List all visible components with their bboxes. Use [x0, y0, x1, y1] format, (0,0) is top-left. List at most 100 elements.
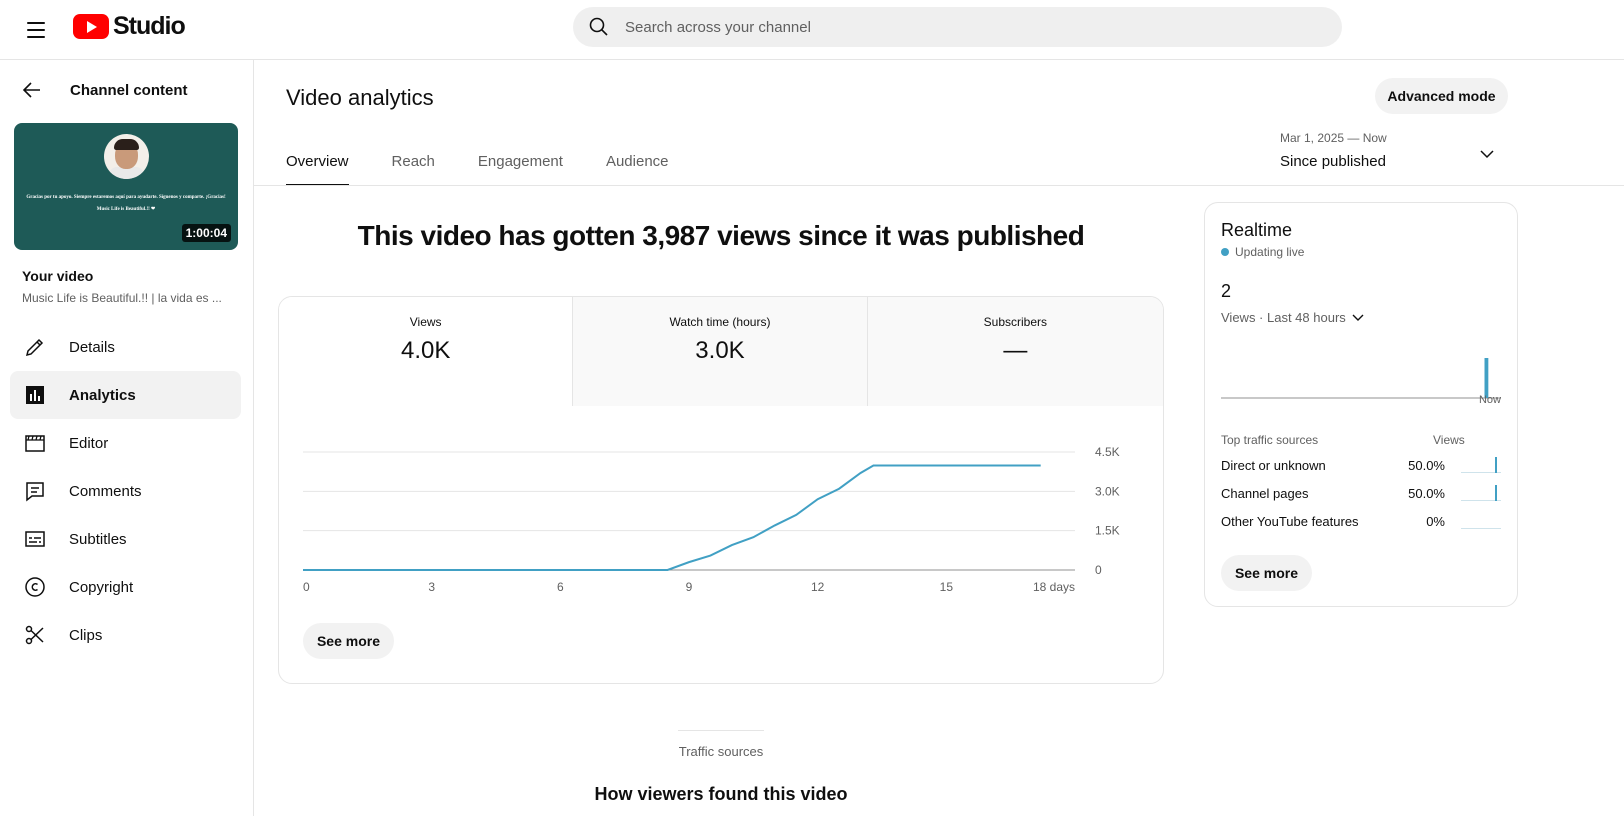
realtime-see-more-button[interactable]: See more [1221, 555, 1312, 591]
sidebar-item-label: Editor [69, 434, 109, 452]
chevron-down-icon [1352, 314, 1364, 321]
chevron-down-icon [1480, 150, 1494, 159]
y-tick-label: 1.5K [1095, 524, 1120, 538]
views-chart: 0 1.5K 3.0K 4.5K 0 3 6 9 12 15 18 days [279, 406, 1163, 606]
realtime-count: 2 [1221, 281, 1232, 301]
metric-label: Views [409, 315, 442, 329]
realtime-period-selector[interactable]: Views · Last 48 hours [1221, 309, 1366, 325]
date-range-selector[interactable]: Mar 1, 2025 — Now Since published [1280, 131, 1506, 170]
header-views: Views [1433, 433, 1465, 447]
metric-value: 4.0K [400, 337, 451, 364]
realtime-status: Updating live [1221, 245, 1304, 259]
tabs-divider [254, 185, 1624, 186]
table-row: Channel pages 50.0% [1221, 479, 1501, 507]
thumbnail-caption: Gracias por tu apoyo. Siempre estaremos … [26, 195, 226, 212]
search-icon [589, 17, 608, 36]
sidebar-item-clips[interactable]: Clips [10, 611, 241, 659]
advanced-mode-button[interactable]: Advanced mode [1375, 78, 1508, 114]
metric-label: Subscribers [983, 315, 1047, 329]
realtime-bar [1484, 358, 1489, 398]
source-pct: 50.0% [1408, 485, 1445, 501]
source-pct: 50.0% [1408, 457, 1445, 473]
overview-card: Views 4.0K Watch time (hours) 3.0K Subsc… [278, 296, 1164, 684]
realtime-period-label: Views · Last 48 hours [1221, 309, 1346, 325]
sidebar-item-label: Analytics [69, 386, 136, 404]
traffic-sources-heading: How viewers found this video [594, 784, 848, 804]
metric-subscribers[interactable]: Subscribers — [867, 297, 1163, 406]
source-name: Channel pages [1221, 485, 1309, 501]
sidebar-item-analytics[interactable]: Analytics [10, 371, 241, 419]
realtime-bar-chart [1221, 358, 1501, 399]
realtime-now-label: Now [1478, 394, 1501, 406]
tab-engagement[interactable]: Engagement [478, 140, 563, 186]
traffic-sources-table: Top traffic sources Views Direct or unkn… [1221, 433, 1501, 535]
back-arrow-icon [22, 82, 40, 98]
sidebar-item-editor[interactable]: Editor [10, 419, 241, 467]
sidebar-item-subtitles[interactable]: Subtitles [10, 515, 241, 563]
realtime-card: Realtime Updating live 2 Views · Last 48… [1204, 202, 1518, 607]
x-tick-label: 9 [686, 580, 693, 594]
thumbnail-avatar [104, 134, 149, 179]
table-row: Direct or unknown 50.0% [1221, 451, 1501, 479]
analytics-icon [26, 386, 44, 404]
x-tick-label: 6 [557, 580, 564, 594]
see-more-button[interactable]: See more [303, 623, 394, 659]
views-line-chart: 0 1.5K 3.0K 4.5K 0 3 6 9 12 15 18 days [303, 445, 1120, 594]
tab-reach[interactable]: Reach [392, 140, 435, 186]
video-title: Music Life is Beautiful.!! | la vida es … [22, 291, 222, 305]
traffic-sources-label: Traffic sources [678, 744, 764, 759]
metric-watch-time[interactable]: Watch time (hours) 3.0K [573, 297, 868, 406]
back-label: Channel content [70, 81, 188, 99]
search-bar[interactable] [573, 7, 1342, 47]
source-sparkline [1461, 511, 1501, 531]
top-bar: Studio [0, 0, 1624, 60]
x-tick-label: 15 [940, 580, 954, 594]
section-divider [678, 730, 764, 731]
video-thumbnail[interactable]: Gracias por tu apoyo. Siempre estaremos … [14, 123, 238, 250]
live-dot-icon [1221, 248, 1229, 256]
studio-logo[interactable]: Studio [73, 12, 186, 41]
page-title: Video analytics [286, 85, 434, 110]
comments-icon [26, 482, 44, 502]
sidebar-item-details[interactable]: Details [10, 323, 241, 371]
sidebar-item-copyright[interactable]: Copyright [10, 563, 241, 611]
x-tick-label: 12 [811, 580, 825, 594]
source-name: Other YouTube features [1221, 513, 1359, 529]
tab-overview[interactable]: Overview [286, 140, 349, 186]
source-pct: 0% [1426, 513, 1445, 529]
metric-label: Watch time (hours) [669, 315, 771, 329]
realtime-title: Realtime [1221, 220, 1293, 240]
y-tick-label: 0 [1095, 563, 1102, 577]
scissors-icon [25, 625, 44, 645]
logo-text: Studio [113, 12, 186, 40]
metric-value: — [1003, 337, 1028, 364]
pencil-icon [25, 338, 44, 357]
metric-tabs: Views 4.0K Watch time (hours) 3.0K Subsc… [279, 297, 1163, 406]
back-to-channel-content[interactable]: Channel content [20, 78, 188, 102]
source-name: Direct or unknown [1221, 457, 1326, 473]
sidebar-item-label: Clips [69, 626, 103, 644]
search-input[interactable] [625, 18, 1305, 36]
metric-views[interactable]: Views 4.0K [279, 297, 574, 406]
sidebar-item-label: Comments [69, 482, 142, 500]
views-series-line [303, 464, 1041, 571]
analytics-tabs: Overview Reach Engagement Audience [286, 140, 712, 186]
metric-value: 3.0K [695, 337, 745, 364]
copyright-icon [25, 577, 45, 597]
x-tick-label: 3 [428, 580, 435, 594]
subtitles-icon [25, 531, 45, 547]
sidebar-item-comments[interactable]: Comments [10, 467, 241, 515]
date-range-dates: Mar 1, 2025 — Now [1280, 131, 1387, 145]
sidebar-item-label: Subtitles [69, 530, 127, 548]
your-video-label: Your video [22, 268, 94, 284]
sidebar: Channel content Gracias por tu apoyo. Si… [0, 60, 254, 816]
video-duration: 1:00:04 [181, 224, 231, 242]
sidebar-item-label: Details [69, 338, 115, 356]
y-tick-label: 3.0K [1095, 484, 1120, 498]
source-sparkline [1461, 483, 1501, 503]
table-row: Other YouTube features 0% [1221, 507, 1501, 535]
table-header: Top traffic sources Views [1221, 433, 1501, 451]
views-headline: This video has gotten 3,987 views since … [357, 220, 1085, 251]
tab-audience[interactable]: Audience [606, 140, 669, 186]
menu-icon[interactable] [20, 16, 52, 44]
